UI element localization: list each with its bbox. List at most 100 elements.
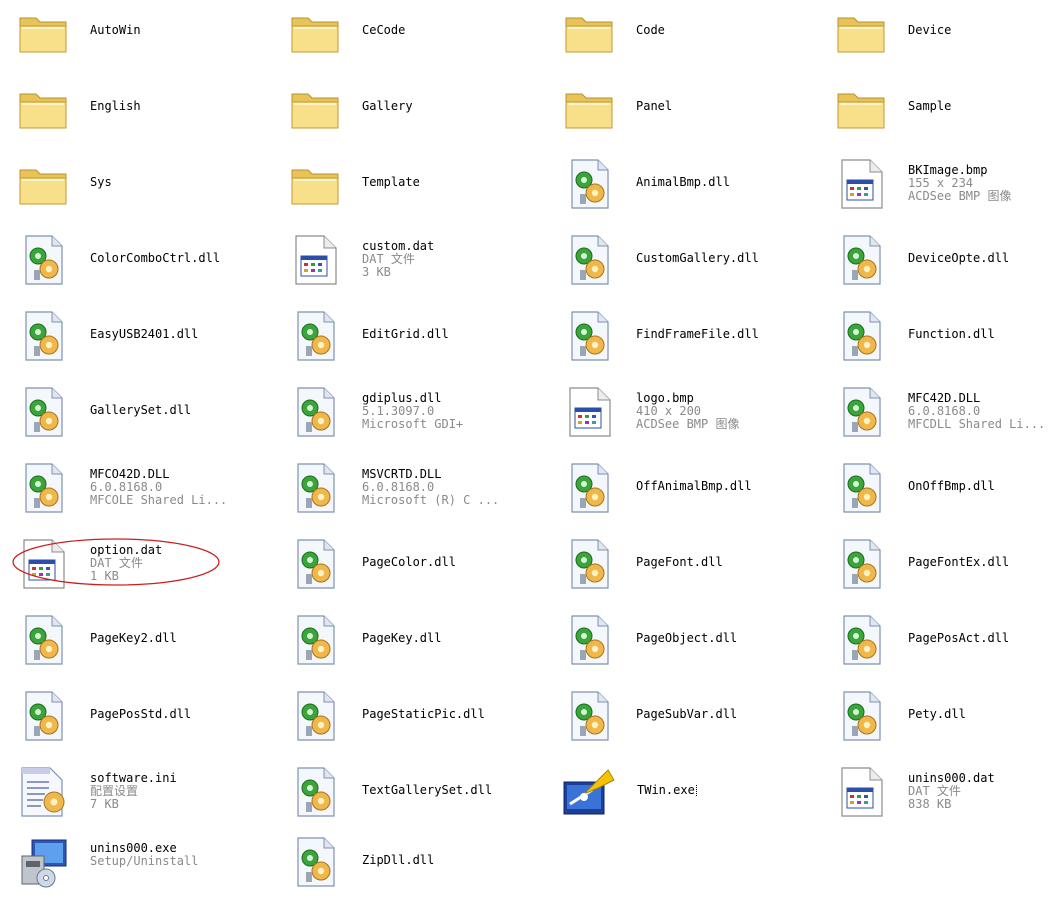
dll-icon[interactable] [834,384,890,440]
file-item-function-dll[interactable]: Function.dll [818,304,1060,380]
file-item-easyusb2401-dll[interactable]: EasyUSB2401.dll [0,304,270,380]
file-item-custom-dat[interactable]: custom.dat DAT 文件 3 KB [272,228,542,304]
file-item-mfc42d-dll[interactable]: MFC42D.DLL 6.0.8168.0 MFCDLL Shared Li... [818,380,1060,456]
file-item-autowin[interactable]: AutoWin [0,0,270,76]
file-item-colorcomboctrl-dll[interactable]: ColorComboCtrl.dll [0,228,270,304]
file-name[interactable]: EasyUSB2401.dll [90,328,270,341]
file-item-pagesubvar-dll[interactable]: PageSubVar.dll [546,684,816,760]
file-name[interactable]: English [90,100,270,113]
file-name[interactable]: Code [636,24,816,37]
file-name[interactable]: TextGallerySet.dll [362,784,542,797]
dll-icon[interactable] [16,308,72,364]
file-name[interactable]: Template [362,176,542,189]
bmp-icon[interactable] [834,156,890,212]
file-name[interactable]: Function.dll [908,328,1060,341]
exe-icon[interactable] [562,764,618,820]
file-item-pagekey-dll[interactable]: PageKey.dll [272,608,542,684]
file-name[interactable]: OnOffBmp.dll [908,480,1060,493]
dat-icon[interactable] [288,232,344,288]
dll-icon[interactable] [834,688,890,744]
dll-icon[interactable] [288,688,344,744]
file-item-device[interactable]: Device [818,0,1060,76]
dll-icon[interactable] [562,308,618,364]
file-name[interactable]: ZipDll.dll [362,854,542,867]
dll-icon[interactable] [562,536,618,592]
file-name[interactable]: FindFrameFile.dll [636,328,816,341]
file-item-sample[interactable]: Sample [818,76,1060,152]
dat-icon[interactable] [16,536,72,592]
file-name[interactable]: OffAnimalBmp.dll [636,480,816,493]
file-name[interactable]: TWin.exe [636,784,697,797]
dll-icon[interactable] [288,384,344,440]
file-item-pagekey2-dll[interactable]: PageKey2.dll [0,608,270,684]
dll-icon[interactable] [562,688,618,744]
file-item-bkimage-bmp[interactable]: BKImage.bmp 155 x 234 ACDSee BMP 图像 [818,152,1060,228]
file-name[interactable]: PageStaticPic.dll [362,708,542,721]
folder-icon[interactable] [16,80,72,136]
dll-icon[interactable] [834,612,890,668]
file-name[interactable]: PageSubVar.dll [636,708,816,721]
file-item-pagestaticpic-dll[interactable]: PageStaticPic.dll [272,684,542,760]
file-name[interactable]: ColorComboCtrl.dll [90,252,270,265]
ini-icon[interactable] [16,764,72,820]
file-item-animalbmp-dll[interactable]: AnimalBmp.dll [546,152,816,228]
file-name[interactable]: PagePosStd.dll [90,708,270,721]
folder-icon[interactable] [288,4,344,60]
file-name[interactable]: PagePosAct.dll [908,632,1060,645]
file-name[interactable]: PageKey2.dll [90,632,270,645]
dll-icon[interactable] [834,460,890,516]
file-item-logo-bmp[interactable]: logo.bmp 410 x 200 ACDSee BMP 图像 [546,380,816,456]
file-name[interactable]: PageFontEx.dll [908,556,1060,569]
file-item-offanimalbmp-dll[interactable]: OffAnimalBmp.dll [546,456,816,532]
file-item-panel[interactable]: Panel [546,76,816,152]
dll-icon[interactable] [562,460,618,516]
file-item-pagecolor-dll[interactable]: PageColor.dll [272,532,542,608]
file-name[interactable]: Gallery [362,100,542,113]
file-name[interactable]: PageObject.dll [636,632,816,645]
file-name[interactable]: AutoWin [90,24,270,37]
file-item-twin-exe[interactable]: TWin.exe [546,760,816,836]
dll-icon[interactable] [288,834,344,890]
file-item-customgallery-dll[interactable]: CustomGallery.dll [546,228,816,304]
bmp-icon[interactable] [562,384,618,440]
file-item-template[interactable]: Template [272,152,542,228]
dat-icon[interactable] [834,764,890,820]
file-name[interactable]: AnimalBmp.dll [636,176,816,189]
folder-icon[interactable] [288,156,344,212]
dll-icon[interactable] [16,384,72,440]
file-item-gdiplus-dll[interactable]: gdiplus.dll 5.1.3097.0 Microsoft GDI+ [272,380,542,456]
file-item-unins000-dat[interactable]: unins000.dat DAT 文件 838 KB [818,760,1060,836]
file-item-pageposstd-dll[interactable]: PagePosStd.dll [0,684,270,760]
file-item-unins000-exe[interactable]: unins000.exe Setup/Uninstall [0,830,270,906]
file-item-sys[interactable]: Sys [0,152,270,228]
dll-icon[interactable] [562,232,618,288]
file-name[interactable]: Pety.dll [908,708,1060,721]
folder-icon[interactable] [288,80,344,136]
file-item-pagefontex-dll[interactable]: PageFontEx.dll [818,532,1060,608]
dll-icon[interactable] [16,460,72,516]
dll-icon[interactable] [288,460,344,516]
file-name[interactable]: Sample [908,100,1060,113]
file-item-onoffbmp-dll[interactable]: OnOffBmp.dll [818,456,1060,532]
file-item-textgalleryset-dll[interactable]: TextGallerySet.dll [272,760,542,836]
file-item-cecode[interactable]: CeCode [272,0,542,76]
file-item-findframefile-dll[interactable]: FindFrameFile.dll [546,304,816,380]
dll-icon[interactable] [834,232,890,288]
folder-icon[interactable] [562,4,618,60]
dll-icon[interactable] [16,612,72,668]
file-item-software-ini[interactable]: software.ini 配置设置 7 KB [0,760,270,836]
dll-icon[interactable] [834,308,890,364]
dll-icon[interactable] [288,308,344,364]
folder-icon[interactable] [834,80,890,136]
file-name[interactable]: CustomGallery.dll [636,252,816,265]
file-item-galleryset-dll[interactable]: GallerySet.dll [0,380,270,456]
dll-icon[interactable] [16,688,72,744]
dll-icon[interactable] [288,764,344,820]
file-name[interactable]: Device [908,24,1060,37]
dll-icon[interactable] [16,232,72,288]
file-item-english[interactable]: English [0,76,270,152]
file-item-code[interactable]: Code [546,0,816,76]
file-name[interactable]: GallerySet.dll [90,404,270,417]
file-item-msvcrtd-dll[interactable]: MSVCRTD.DLL 6.0.8168.0 Microsoft (R) C ... [272,456,542,532]
file-name[interactable]: DeviceOpte.dll [908,252,1060,265]
